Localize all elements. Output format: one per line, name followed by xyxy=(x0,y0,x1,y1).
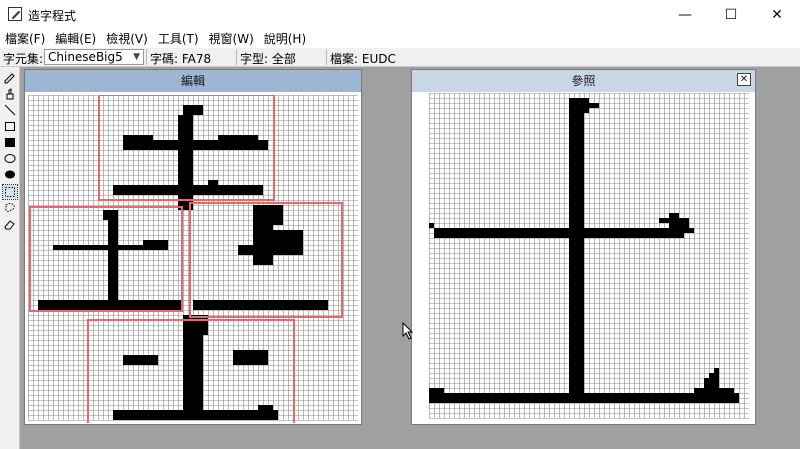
edit-glyph-grid[interactable] xyxy=(28,95,358,423)
chevron-down-icon: ▼ xyxy=(133,52,140,62)
glyph-stroke xyxy=(569,103,599,108)
glyph-stroke xyxy=(273,230,303,245)
glyph-stroke xyxy=(178,115,193,210)
glyph-stroke xyxy=(183,335,203,415)
eraser-icon[interactable] xyxy=(3,217,17,231)
workspace: 編輯 參照 ✕ xyxy=(20,67,800,449)
glyph-stroke xyxy=(258,405,273,410)
toolbox xyxy=(0,67,20,449)
grid-lines xyxy=(429,93,749,419)
brush-icon[interactable] xyxy=(3,87,17,101)
glyph-stroke xyxy=(429,393,739,403)
glyph-stroke xyxy=(123,140,268,145)
menu-help[interactable]: 說明(H) xyxy=(259,30,311,48)
app-icon xyxy=(8,7,22,21)
glyph-stroke xyxy=(569,108,589,113)
glyph-stroke xyxy=(123,145,268,150)
charset-select[interactable]: ChineseBig5 ▼ xyxy=(44,49,144,65)
rect-select-icon[interactable] xyxy=(2,184,18,200)
char-code: 字碼: FA78 xyxy=(150,52,212,66)
glyph-stroke xyxy=(709,373,719,378)
glyph-stroke xyxy=(704,378,719,388)
glyph-stroke xyxy=(684,228,694,233)
glyph-stroke xyxy=(238,245,303,255)
reference-glyph-grid xyxy=(429,93,749,419)
font-label: 字型: 全部 xyxy=(240,52,296,66)
minimize-button[interactable]: — xyxy=(662,0,708,30)
glyph-stroke xyxy=(113,410,278,420)
edit-panel-title: 編輯 xyxy=(25,70,361,92)
glyph-stroke xyxy=(38,300,183,310)
glyph-stroke xyxy=(183,105,203,115)
close-icon[interactable]: ✕ xyxy=(737,73,751,86)
divider xyxy=(326,49,327,65)
divider xyxy=(146,49,147,65)
glyph-stroke xyxy=(434,228,684,238)
close-button[interactable]: ✕ xyxy=(754,0,800,30)
divider xyxy=(236,49,237,65)
glyph-stroke xyxy=(714,368,719,373)
maximize-button[interactable]: ☐ xyxy=(708,0,754,30)
menu-view[interactable]: 檢視(V) xyxy=(101,30,153,48)
freeform-select-icon[interactable] xyxy=(3,201,17,215)
info-bar: 字元集: ChineseBig5 ▼ 字碼: FA78 字型: 全部 檔案: E… xyxy=(0,48,800,67)
ellipse-outline-icon[interactable] xyxy=(3,151,17,165)
glyph-stroke xyxy=(103,210,118,220)
menu-file[interactable]: 檔案(F) xyxy=(0,30,50,48)
glyph-stroke xyxy=(569,113,584,393)
title-bar: 造字程式 — ☐ ✕ xyxy=(0,0,800,30)
ellipse-filled-icon[interactable] xyxy=(3,167,17,181)
reference-panel: 參照 ✕ xyxy=(411,69,756,425)
reference-title-text: 參照 xyxy=(571,74,596,88)
glyph-stroke xyxy=(113,185,263,195)
menu-tools[interactable]: 工具(T) xyxy=(153,30,204,48)
rect-outline-icon[interactable] xyxy=(3,119,17,133)
reference-panel-title: 參照 ✕ xyxy=(412,70,755,92)
menu-bar: 檔案(F) 編輯(E) 檢視(V) 工具(T) 視窗(W) 說明(H) xyxy=(0,30,800,48)
rect-filled-icon[interactable] xyxy=(3,135,17,149)
glyph-stroke xyxy=(669,223,689,228)
glyph-stroke xyxy=(108,220,118,310)
glyph-stroke xyxy=(143,240,168,250)
charset-value: ChineseBig5 xyxy=(48,50,123,64)
edit-panel: 編輯 xyxy=(24,69,362,425)
glyph-stroke xyxy=(208,180,218,185)
cursor-arrow-icon xyxy=(402,322,414,340)
glyph-stroke xyxy=(193,300,328,310)
menu-edit[interactable]: 編輯(E) xyxy=(50,30,101,48)
pencil-icon[interactable] xyxy=(3,71,17,85)
glyph-stroke xyxy=(253,205,283,225)
glyph-stroke xyxy=(669,213,679,218)
glyph-stroke xyxy=(429,223,434,228)
glyph-stroke xyxy=(233,350,268,365)
glyph-stroke xyxy=(694,388,734,393)
line-icon[interactable] xyxy=(3,103,17,117)
glyph-stroke xyxy=(123,355,158,365)
menu-window[interactable]: 視窗(W) xyxy=(204,30,259,48)
file-label: 檔案: EUDC xyxy=(330,52,396,66)
glyph-stroke xyxy=(659,218,689,223)
charset-label: 字元集: xyxy=(3,52,44,66)
glyph-stroke xyxy=(569,98,589,103)
window-title: 造字程式 xyxy=(28,9,77,23)
